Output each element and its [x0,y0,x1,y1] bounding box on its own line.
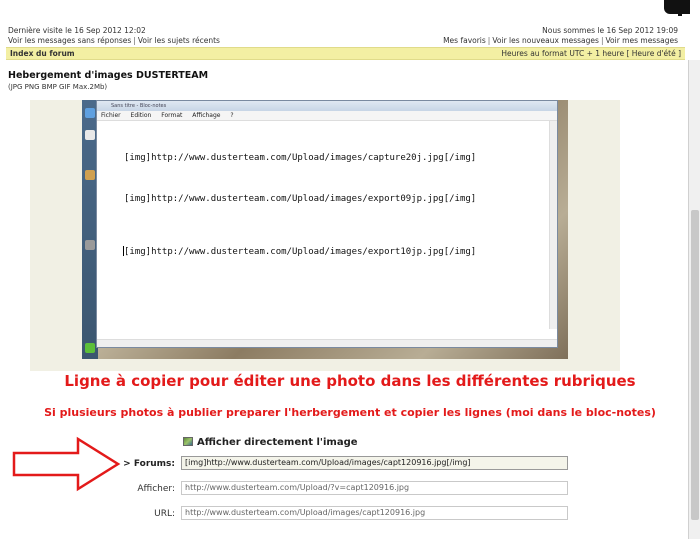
display-url-field[interactable]: http://www.dusterteam.com/Upload/?v=capt… [181,481,568,495]
desktop-icon [85,130,95,140]
recent-topics-link[interactable]: Voir les sujets récents [138,36,220,45]
notepad-horizontal-scrollbar[interactable] [97,339,557,347]
image-url-field[interactable]: http://www.dusterteam.com/Upload/images/… [181,506,568,520]
annotation-main: Ligne à copier pour éditer une photo dan… [64,372,636,390]
display-image-label: Afficher directement l'image [197,437,358,448]
desktop-icon [85,170,95,180]
timezone-text: Heures au format UTC + 1 heure [ Heure d… [501,49,681,58]
my-messages-link[interactable]: Voir mes messages [605,36,678,45]
unanswered-messages-link[interactable]: Voir les messages sans réponses [8,36,131,45]
current-date-text: Nous sommes le 16 Sep 2012 19:09 [542,26,678,35]
notepad-window: Sans titre - Bloc-notes Fichier Edition … [96,100,558,348]
menu-view[interactable]: Affichage [192,112,220,119]
image-icon [183,437,193,446]
notepad-menubar: Fichier Edition Format Affichage ? [97,111,557,121]
right-links: Mes favoris | Voir les nouveaux messages | V… [443,36,678,45]
page-title: Hebergement d'images DUSTERTEAM [8,70,209,81]
new-messages-link[interactable]: Voir les nouveaux messages [492,36,599,45]
down-arrow-icon [85,343,95,353]
forum-navbar: Index du forum Heures au format UTC + 1 … [6,47,685,60]
left-links: Voir les messages sans réponses | Voir les… [8,36,220,45]
desktop-icon [85,240,95,250]
notepad-titlebar: Sans titre - Bloc-notes [97,101,557,111]
corner-logo-fragment [664,0,690,16]
forum-index-link[interactable]: Index du forum [10,49,75,58]
notepad-line-with-caret: [img]http://www.dusterteam.com/Upload/im… [123,246,476,257]
menu-help[interactable]: ? [230,112,233,119]
desktop-icon [85,108,95,118]
url-field-label: URL: [154,509,175,519]
top-info-bar: Dernière visite le 16 Sep 2012 12:02 Voi… [0,0,690,46]
annotation-sub: Si plusieurs photos à publier preparer l… [44,406,656,419]
menu-format[interactable]: Format [161,112,182,119]
last-visit-text: Dernière visite le 16 Sep 2012 12:02 [8,26,146,35]
notepad-vertical-scrollbar[interactable] [549,121,557,329]
page-subtitle: (JPG PNG BMP GIF Max.2Mb) [8,83,108,91]
display-image-option[interactable]: Afficher directement l'image [183,437,358,448]
notepad-line: [img]http://www.dusterteam.com/Upload/im… [124,153,477,163]
page-scrollbar[interactable] [688,60,700,539]
display-field-label: Afficher: [137,484,175,494]
forums-field-label: > Forums: [123,459,175,469]
forums-code-field[interactable]: [img]http://www.dusterteam.com/Upload/im… [181,456,568,470]
notepad-line-text: [img]http://www.dusterteam.com/Upload/im… [124,247,477,257]
scrollbar-thumb[interactable] [691,210,699,520]
menu-edit[interactable]: Edition [131,112,152,119]
menu-file[interactable]: Fichier [101,112,121,119]
favorites-link[interactable]: Mes favoris [443,36,486,45]
notepad-line: [img]http://www.dusterteam.com/Upload/im… [124,194,477,204]
